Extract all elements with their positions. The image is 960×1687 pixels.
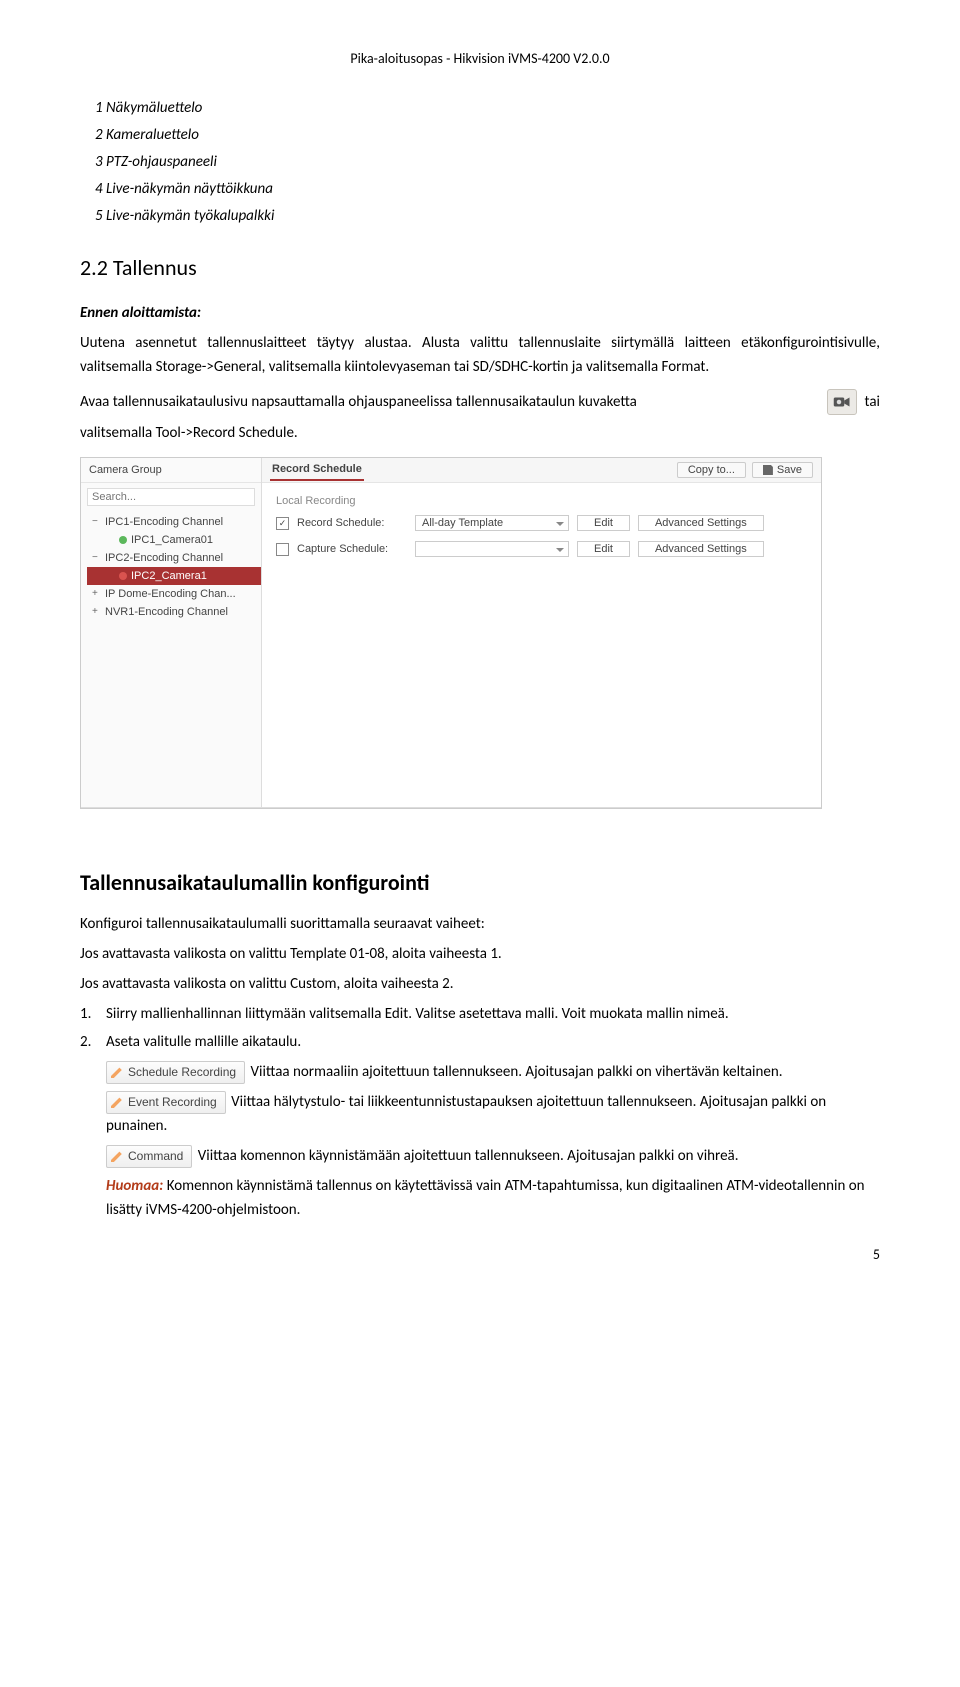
legend-5: 5 Live-näkymän työkalupalkki (95, 203, 880, 230)
pen-icon (111, 1066, 123, 1078)
schedule-recording-tag: Schedule Recording (106, 1061, 245, 1084)
record-schedule-icon (827, 389, 857, 415)
pen-icon (111, 1150, 123, 1162)
search-input[interactable] (87, 488, 255, 506)
config-heading: Tallennusaikataulumallin konfigurointi (80, 869, 880, 896)
advanced-settings-button[interactable]: Advanced Settings (638, 515, 764, 531)
record-schedule-checkbox[interactable]: ✓ (276, 517, 289, 530)
command-desc: Viittaa komennon käynnistämään ajoitettu… (198, 1147, 739, 1165)
para-2-pre: Avaa tallennusaikataulusivu napsauttamal… (80, 390, 637, 414)
tree-group-nvr1[interactable]: +NVR1-Encoding Channel (87, 603, 261, 621)
status-dot-icon (119, 572, 127, 580)
template-select[interactable]: All-day Template (415, 515, 569, 531)
edit-button[interactable]: Edit (577, 515, 630, 531)
step-1-text: Siirry mallienhallinnan liittymään valit… (106, 1002, 880, 1026)
huomaa-label: Huomaa: (106, 1177, 163, 1195)
step-num-1: 1. (80, 1002, 98, 1026)
config-p2: Jos avattavasta valikosta on valittu Tem… (80, 942, 880, 966)
step-2-text: Aseta valitulle mallille aikataulu. (106, 1030, 880, 1054)
record-schedule-row-label: Record Schedule: (297, 517, 407, 529)
tree-cam-ipc1-01[interactable]: IPC1_Camera01 (87, 531, 261, 549)
tree-group-ipc1[interactable]: −IPC1-Encoding Channel (87, 513, 261, 531)
capture-edit-button[interactable]: Edit (577, 541, 630, 557)
para-1: Uutena asennetut tallennuslaitteet täyty… (80, 331, 880, 379)
capture-schedule-row-label: Capture Schedule: (297, 543, 407, 555)
record-schedule-screenshot: Camera Group −IPC1-Encoding Channel IPC1… (80, 457, 822, 809)
step-num-2: 2. (80, 1030, 98, 1054)
pen-icon (111, 1096, 123, 1108)
tree-cam-ipc2-01[interactable]: IPC2_Camera1 (87, 567, 261, 585)
page-number: 5 (80, 1246, 880, 1263)
legend-1: 1 Näkymäluettelo (95, 95, 880, 122)
section-heading: 2.2 Tallennus (80, 254, 880, 281)
legend-4: 4 Live-näkymän näyttöikkuna (95, 176, 880, 203)
capture-schedule-checkbox[interactable] (276, 543, 289, 556)
schedule-recording-desc: Viittaa normaaliin ajoitettuun tallennuk… (250, 1063, 782, 1081)
ennen-label: Ennen aloittamista: (80, 304, 201, 322)
capture-template-select[interactable] (415, 541, 569, 557)
capture-advanced-button[interactable]: Advanced Settings (638, 541, 764, 557)
tree-group-ipc2[interactable]: −IPC2-Encoding Channel (87, 549, 261, 567)
save-button[interactable]: Save (752, 462, 813, 478)
para-2-post: tai (865, 390, 880, 414)
huomaa-text: Komennon käynnistämä tallennus on käytet… (106, 1177, 865, 1219)
local-recording-label: Local Recording (276, 495, 807, 507)
sidebar-title: Camera Group (81, 458, 261, 483)
config-p1: Konfiguroi tallennusaikataulumalli suori… (80, 912, 880, 936)
command-tag: Command (106, 1145, 192, 1168)
tab-record-schedule[interactable]: Record Schedule (270, 459, 364, 481)
event-recording-tag: Event Recording (106, 1091, 226, 1114)
status-dot-icon (119, 536, 127, 544)
tree-group-ipdome[interactable]: +IP Dome-Encoding Chan... (87, 585, 261, 603)
legend-list: 1 Näkymäluettelo 2 Kameraluettelo 3 PTZ-… (95, 95, 880, 230)
para-3: valitsemalla Tool->Record Schedule. (80, 421, 880, 445)
legend-2: 2 Kameraluettelo (95, 122, 880, 149)
config-p3: Jos avattavasta valikosta on valittu Cus… (80, 972, 880, 996)
doc-header: Pika-aloitusopas - Hikvision iVMS-4200 V… (80, 50, 880, 67)
copy-to-button[interactable]: Copy to... (677, 462, 746, 478)
legend-3: 3 PTZ-ohjauspaneeli (95, 149, 880, 176)
save-icon (763, 465, 773, 475)
